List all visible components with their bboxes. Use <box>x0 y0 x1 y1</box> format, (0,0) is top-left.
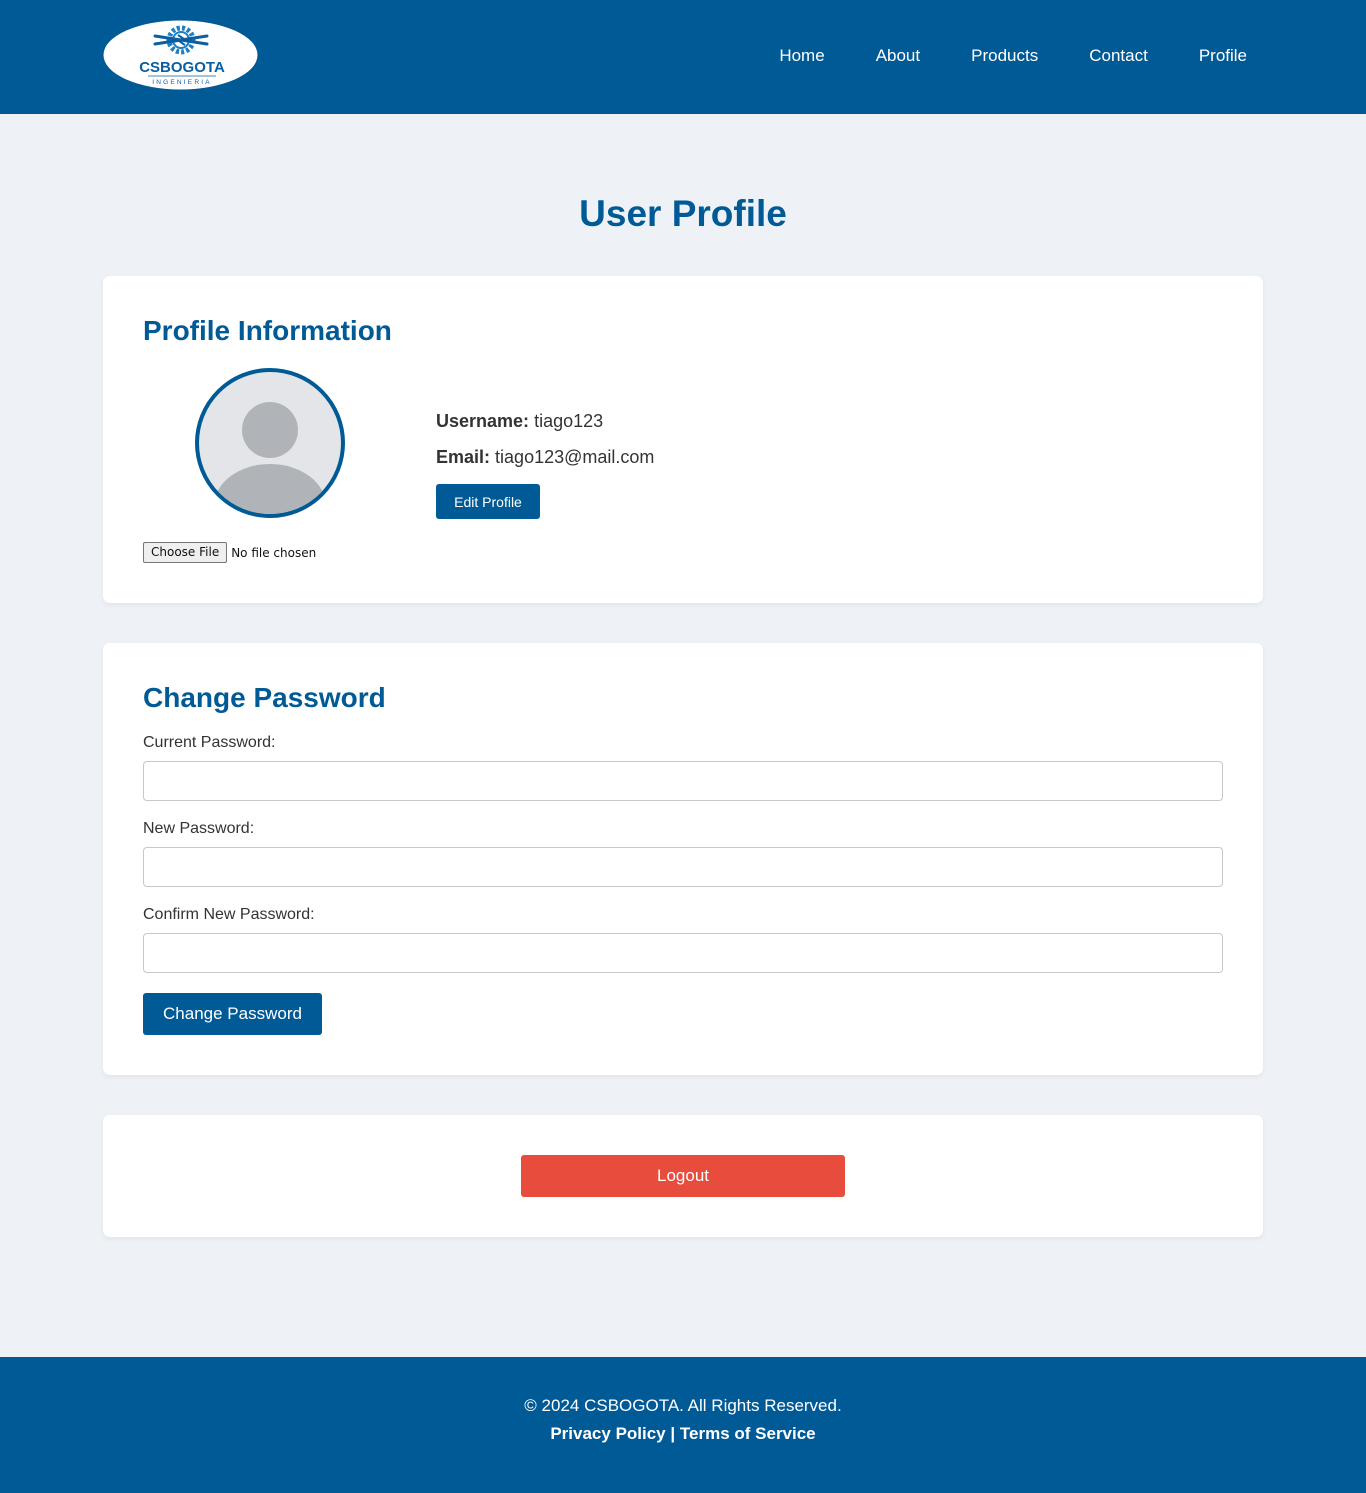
username-label: Username: <box>436 411 530 431</box>
nav-contact[interactable]: Contact <box>1089 46 1148 66</box>
change-password-title: Change Password <box>143 682 386 713</box>
brand-logo[interactable]: CSBOGOTA INGENIERIA <box>103 20 258 90</box>
edit-profile-button[interactable]: Edit Profile <box>436 484 540 519</box>
profile-info-card: Profile Information Choose File No file … <box>103 276 1263 603</box>
svg-text:CSBOGOTA: CSBOGOTA <box>139 59 225 76</box>
copyright-text: © 2024 CSBOGOTA. All Rights Reserved. <box>524 1396 842 1415</box>
avatar-upload: Choose File No file chosen <box>143 542 316 563</box>
email-row: Email: tiago123@mail.com <box>436 446 654 468</box>
username-row: Username: tiago123 <box>436 410 654 432</box>
change-password-button[interactable]: Change Password <box>143 993 322 1035</box>
confirm-password-input[interactable] <box>143 933 1223 973</box>
file-status: No file chosen <box>231 545 317 560</box>
email-value: tiago123@mail.com <box>495 447 655 467</box>
svg-text:INGENIERIA: INGENIERIA <box>152 79 212 86</box>
site-header: CSBOGOTA INGENIERIA Home About Products … <box>0 0 1366 114</box>
site-footer: © 2024 CSBOGOTA. All Rights Reserved. Pr… <box>0 1357 1366 1493</box>
current-password-label: Current Password: <box>143 734 276 751</box>
footer-links: Privacy Policy | Terms of Service <box>0 1424 1366 1444</box>
change-password-card: Change Password Current Password: New Pa… <box>103 643 1263 1075</box>
privacy-policy-link[interactable]: Privacy Policy <box>550 1424 665 1443</box>
logo-icon: CSBOGOTA INGENIERIA <box>103 20 258 90</box>
logout-card: Logout <box>103 1115 1263 1237</box>
user-avatar-icon <box>214 402 326 514</box>
email-label: Email: <box>436 447 491 467</box>
page-title: User Profile <box>579 193 787 234</box>
profile-details: Username: tiago123 Email: tiago123@mail.… <box>436 410 654 482</box>
nav-about[interactable]: About <box>876 46 920 66</box>
terms-of-service-link[interactable]: Terms of Service <box>680 1424 816 1443</box>
profile-info-title: Profile Information <box>143 315 392 346</box>
nav-products[interactable]: Products <box>971 46 1038 66</box>
main-nav: Home About Products Contact Profile <box>728 46 1247 66</box>
confirm-password-label: Confirm New Password: <box>143 906 315 923</box>
logout-button[interactable]: Logout <box>521 1155 845 1197</box>
username-value: tiago123 <box>534 411 604 431</box>
nav-profile[interactable]: Profile <box>1199 46 1247 66</box>
avatar <box>195 368 345 518</box>
footer-separator: | <box>670 1424 676 1443</box>
new-password-label: New Password: <box>143 820 255 837</box>
choose-file-button[interactable]: Choose File <box>143 542 228 563</box>
new-password-input[interactable] <box>143 847 1223 887</box>
nav-home[interactable]: Home <box>779 46 824 66</box>
current-password-input[interactable] <box>143 761 1223 801</box>
